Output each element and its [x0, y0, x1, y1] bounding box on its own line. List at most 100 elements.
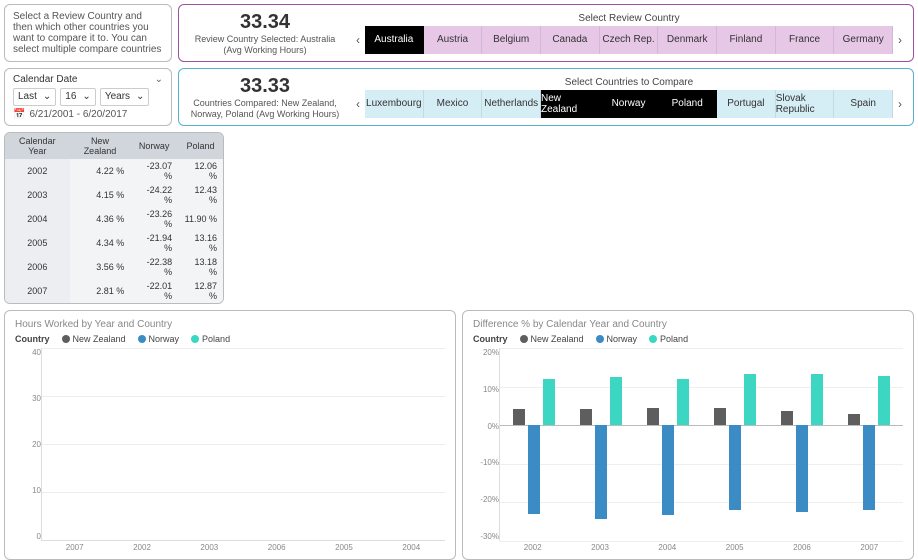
calendar-date-panel: Calendar Date ⌄ Last⌄ 16⌄ Years⌄ 📅 6/21/… — [4, 68, 172, 126]
hours-chart-plot — [41, 348, 445, 541]
bar[interactable] — [513, 348, 525, 541]
date-range-text: 6/21/2001 - 6/20/2017 — [29, 109, 127, 120]
scroll-left-icon[interactable]: ‹ — [351, 90, 365, 118]
hours-chart-legend: Country New Zealand Norway Poland — [15, 334, 445, 344]
slicer-item-poland[interactable]: Poland — [658, 90, 717, 118]
bar[interactable] — [647, 348, 659, 541]
legend-item[interactable]: Poland — [191, 334, 230, 344]
bar[interactable] — [580, 348, 592, 541]
review-kpi-value: 33.34 — [185, 10, 345, 34]
table-cell: -22.01 % — [130, 279, 178, 303]
table-cell: 2.81 % — [70, 279, 131, 303]
legend-item[interactable]: Poland — [649, 334, 688, 344]
legend-swatch — [62, 335, 70, 343]
bar[interactable] — [729, 348, 741, 541]
bar[interactable] — [848, 348, 860, 541]
slicer-item-denmark[interactable]: Denmark — [658, 26, 717, 54]
bar[interactable] — [781, 348, 793, 541]
slicer-item-norway[interactable]: Norway — [600, 90, 659, 118]
date-last-value: Last — [18, 91, 37, 102]
legend-item[interactable]: Norway — [596, 334, 638, 344]
review-kpi-sub2: (Avg Working Hours) — [185, 45, 345, 56]
date-num-value: 16 — [65, 91, 76, 102]
compare-kpi-sub1: Countries Compared: New Zealand, Norway,… — [185, 98, 345, 120]
slicer-item-belgium[interactable]: Belgium — [482, 26, 541, 54]
bar[interactable] — [744, 348, 756, 541]
table-cell: 12.87 % — [178, 279, 223, 303]
bar[interactable] — [714, 348, 726, 541]
review-slicer-title: Select Review Country — [351, 13, 907, 24]
difference-table-grid: Calendar YearNew ZealandNorwayPoland2002… — [5, 133, 223, 303]
slicer-item-new-zealand[interactable]: New Zealand — [541, 90, 600, 118]
hours-worked-chart: Hours Worked by Year and Country Country… — [4, 310, 456, 560]
table-row: 20034.15 %-24.22 %12.43 % — [5, 183, 223, 207]
slicer-item-mexico[interactable]: Mexico — [424, 90, 483, 118]
bar[interactable] — [528, 348, 540, 541]
table-cell: 13.16 % — [178, 231, 223, 255]
bar[interactable] — [863, 348, 875, 541]
legend-item[interactable]: Norway — [138, 334, 180, 344]
table-row: 20063.56 %-22.38 %13.18 % — [5, 255, 223, 279]
scroll-left-icon[interactable]: ‹ — [351, 26, 365, 54]
legend-label: Country — [473, 334, 508, 344]
bar[interactable] — [811, 348, 823, 541]
legend-swatch — [191, 335, 199, 343]
table-header: Poland — [178, 133, 223, 159]
difference-table: Calendar YearNew ZealandNorwayPoland2002… — [4, 132, 224, 304]
legend-swatch — [649, 335, 657, 343]
slicer-item-luxembourg[interactable]: Luxembourg — [365, 90, 424, 118]
bar[interactable] — [595, 348, 607, 541]
table-cell: 2002 — [5, 159, 70, 183]
legend-label: Country — [15, 334, 50, 344]
legend-item[interactable]: New Zealand — [62, 334, 126, 344]
difference-pct-chart: Difference % by Calendar Year and Countr… — [462, 310, 914, 560]
scroll-right-icon[interactable]: › — [893, 26, 907, 54]
table-header: New Zealand — [70, 133, 131, 159]
bar[interactable] — [796, 348, 808, 541]
bar-group — [781, 348, 823, 541]
slicer-item-portugal[interactable]: Portugal — [717, 90, 776, 118]
scroll-right-icon[interactable]: › — [893, 90, 907, 118]
legend-item[interactable]: New Zealand — [520, 334, 584, 344]
date-last-select[interactable]: Last⌄ — [13, 88, 56, 106]
hours-chart-yaxis: 403020100 — [15, 348, 41, 555]
slicer-item-australia[interactable]: Australia — [365, 26, 424, 54]
table-cell: -22.38 % — [130, 255, 178, 279]
review-country-panel: 33.34 Review Country Selected: Australia… — [178, 4, 914, 62]
slicer-item-netherlands[interactable]: Netherlands — [482, 90, 541, 118]
bar[interactable] — [677, 348, 689, 541]
table-header: Norway — [130, 133, 178, 159]
table-cell: -21.94 % — [130, 231, 178, 255]
table-row: 20024.22 %-23.07 %12.06 % — [5, 159, 223, 183]
slicer-item-czech-rep-[interactable]: Czech Rep. — [600, 26, 659, 54]
date-num-select[interactable]: 16⌄ — [60, 88, 96, 106]
legend-text: New Zealand — [73, 334, 126, 344]
table-cell: 13.18 % — [178, 255, 223, 279]
table-row: 20044.36 %-23.26 %11.90 % — [5, 207, 223, 231]
slicer-item-germany[interactable]: Germany — [834, 26, 893, 54]
bar-group — [848, 348, 890, 541]
table-cell: 4.22 % — [70, 159, 131, 183]
table-cell: 3.56 % — [70, 255, 131, 279]
slicer-item-finland[interactable]: Finland — [717, 26, 776, 54]
slicer-item-slovak-republic[interactable]: Slovak Republic — [776, 90, 835, 118]
table-cell: 2007 — [5, 279, 70, 303]
bar[interactable] — [543, 348, 555, 541]
chevron-down-icon[interactable]: ⌄ — [155, 74, 163, 85]
diff-chart-legend: Country New Zealand Norway Poland — [473, 334, 903, 344]
bar[interactable] — [662, 348, 674, 541]
review-kpi: 33.34 Review Country Selected: Australia… — [185, 10, 345, 56]
slicer-item-canada[interactable]: Canada — [541, 26, 600, 54]
table-cell: 11.90 % — [178, 207, 223, 231]
bar[interactable] — [878, 348, 890, 541]
legend-text: Poland — [660, 334, 688, 344]
slicer-item-austria[interactable]: Austria — [424, 26, 483, 54]
slicer-item-france[interactable]: France — [776, 26, 835, 54]
table-cell: 4.15 % — [70, 183, 131, 207]
hours-chart-xaxis: 200720022003200620052004 — [41, 541, 445, 555]
table-row: 20072.81 %-22.01 %12.87 % — [5, 279, 223, 303]
legend-text: New Zealand — [531, 334, 584, 344]
bar[interactable] — [610, 348, 622, 541]
slicer-item-spain[interactable]: Spain — [834, 90, 893, 118]
date-unit-select[interactable]: Years⌄ — [100, 88, 150, 106]
